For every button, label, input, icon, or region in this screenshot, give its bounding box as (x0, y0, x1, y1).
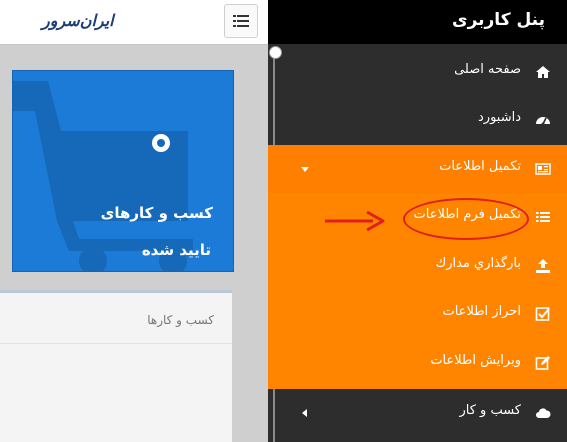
menu-toggle-button[interactable] (224, 4, 258, 38)
edit-icon (535, 356, 550, 370)
sidebar-item-complete-info[interactable]: تکمیل اطلاعات (268, 145, 567, 193)
home-icon (536, 66, 550, 78)
sidebar-item-business[interactable]: کسب و کار (268, 389, 567, 437)
submenu-item-verify-info[interactable]: احراز اطلاعات (268, 290, 567, 338)
caret-left-icon (302, 409, 307, 417)
top-bar: ایران‌سرور (0, 0, 268, 45)
submenu-item-upload-documents[interactable]: بارگذاري مدارك (268, 242, 567, 290)
verified-businesses-tile[interactable]: کسب و کارهای تایید شده (12, 70, 234, 272)
submenu-item-edit-info[interactable]: ويرايش اطلاعات (268, 339, 567, 387)
upload-icon (536, 259, 550, 273)
sidebar-item-label: ويرايش اطلاعات (430, 353, 521, 368)
sidebar-title: پنل کاربری (451, 10, 545, 30)
panel-divider (0, 343, 232, 344)
sidebar-item-label: کسب و کار (459, 403, 521, 418)
checkbox-icon (535, 307, 550, 321)
annotation-highlight-ring (403, 198, 529, 240)
sidebar-item-label: تکمیل اطلاعات (439, 159, 521, 174)
brand-logo[interactable]: ایران‌سرور (42, 11, 114, 30)
list-icon (536, 212, 550, 222)
tile-title-line2: تایید شده (141, 241, 211, 259)
sidebar-header: پنل کاربری (268, 0, 567, 44)
sidebar-item-dashboard[interactable]: داشبورد (268, 96, 567, 144)
businesses-panel: کسب و کارها (0, 290, 232, 442)
id-card-icon (535, 163, 551, 175)
hamburger-list-icon (233, 15, 249, 27)
cloud-icon (536, 408, 551, 418)
caret-down-icon (301, 167, 309, 172)
sidebar-item-label: بارگذاري مدارك (435, 256, 521, 271)
sidebar-item-label: احراز اطلاعات (442, 304, 521, 319)
dashboard-gauge-icon (536, 117, 550, 126)
sidebar-item-home[interactable]: صفحه اصلی (268, 48, 567, 96)
tile-title-line1: کسب و کارهای (100, 204, 213, 222)
main-content: ایران‌سرور کسب و کارهای تایید شده کسب و … (0, 0, 268, 442)
sidebar-item-label: داشبورد (478, 110, 521, 125)
panel-title: کسب و کارها (147, 313, 214, 327)
sidebar-item-label: صفحه اصلی (454, 62, 521, 77)
annotation-arrow-icon (325, 210, 385, 232)
